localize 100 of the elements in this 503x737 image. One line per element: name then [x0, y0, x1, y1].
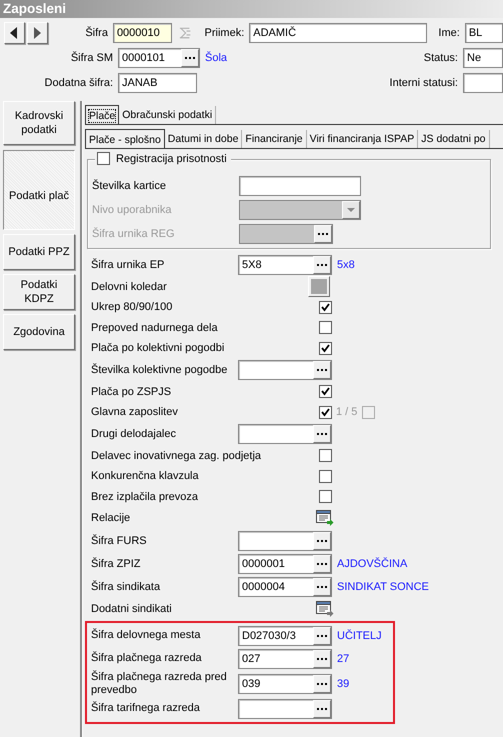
checkbox[interactable] [319, 470, 332, 483]
field-label: Plača po kolektivni pogodbi [91, 342, 226, 354]
tab[interactable]: Plače [85, 105, 120, 124]
field-label: Prepoved nadurnega dela [91, 322, 219, 334]
lookup-field[interactable]: 027 [238, 648, 332, 668]
field-label: Šifra plačnega razreda [91, 652, 203, 665]
lookup-button[interactable] [313, 532, 331, 550]
input-field[interactable]: 0000010 [112, 22, 172, 42]
lookup-field[interactable] [238, 698, 332, 718]
color-button[interactable] [308, 276, 330, 297]
next-button[interactable] [26, 22, 48, 44]
input-field[interactable] [463, 72, 503, 92]
field-label: Ime: [437, 26, 461, 38]
checkbox[interactable] [319, 321, 332, 334]
input-field[interactable] [239, 176, 361, 196]
ellipsis-icon [316, 262, 328, 266]
lookup-button[interactable] [313, 578, 331, 596]
ellipsis-icon [316, 538, 328, 542]
lookup-button[interactable] [313, 674, 331, 692]
counter-text: 1 / 5 [336, 406, 358, 418]
ellipsis-icon [316, 682, 328, 686]
checkbox[interactable] [319, 449, 332, 462]
input-field[interactable]: ADAMIČ [249, 22, 427, 42]
checkbox[interactable] [319, 300, 332, 314]
group-label: Registracija prisotnosti [116, 152, 227, 164]
checkbox[interactable] [319, 490, 332, 504]
lookup-button[interactable] [313, 554, 331, 572]
input-field[interactable]: Ne [463, 48, 503, 68]
description-text: 39 [337, 678, 350, 690]
description-text: SINDIKAT SONCE [337, 580, 429, 592]
lookup-field[interactable] [238, 530, 332, 550]
lookup-button[interactable] [313, 626, 331, 644]
input-field[interactable]: JANAB [118, 72, 197, 92]
tab[interactable]: Datumi in dobe [164, 130, 242, 148]
field-label: Šifra plačnega razreda pred prevedbo [91, 670, 228, 696]
field-label: Šifra SM [70, 52, 114, 64]
tab[interactable]: JS dodatni po [418, 130, 490, 148]
description-text: AJDOVŠČINA [337, 558, 408, 570]
sidebar-button[interactable]: Podatki plač [3, 150, 75, 230]
field-label: Šifra FURS [91, 534, 148, 546]
lookup-button[interactable] [313, 256, 331, 274]
tab[interactable]: Obračunski podatki [119, 106, 216, 124]
lookup-button[interactable] [313, 425, 331, 443]
lookup-field[interactable]: 5X8 [238, 254, 332, 274]
ellipsis-icon [316, 368, 328, 372]
sidebar-button[interactable]: Kadrovski podatki [3, 101, 75, 145]
tab[interactable]: Viri financiranja ISPAP [306, 130, 418, 148]
field-label: Delavec inovativnega zag. podjetja [91, 450, 262, 462]
field-label: Šifra urnika REG [92, 228, 176, 240]
lookup-field[interactable]: 0000004 [238, 576, 332, 596]
field-label: Šifra tarifnega razreda [91, 702, 201, 715]
field-label: Delovni koledar [91, 280, 168, 292]
field-label: Glavna zaposlitev [91, 406, 179, 418]
field-label: Šifra [84, 26, 109, 38]
lookup-field[interactable]: 0000001 [238, 554, 332, 574]
sidebar-button[interactable]: Podatki PPZ [3, 234, 75, 270]
right-arrow-icon [33, 26, 42, 38]
lookup-button[interactable] [313, 650, 331, 668]
lookup-field[interactable]: 0000101 [118, 48, 200, 68]
left-arrow-icon [10, 26, 18, 38]
field-label: Status: [422, 52, 459, 64]
field-label: Relacije [91, 512, 132, 524]
ellipsis-icon [316, 432, 328, 436]
field-label: Šifra urnika EP [91, 258, 166, 270]
checkbox[interactable] [97, 152, 110, 165]
field-label: Šifra delovnega mesta [91, 629, 202, 642]
input-field[interactable]: BL [464, 22, 503, 42]
tab[interactable]: Plače - splošno [85, 129, 165, 148]
field-label: Nivo uporabnika [92, 204, 172, 216]
checkbox[interactable] [319, 385, 332, 398]
checkbox[interactable] [319, 406, 332, 419]
field-label: Šifra sindikata [91, 580, 162, 592]
link[interactable]: Šola [205, 52, 228, 64]
ellipsis-icon [316, 656, 328, 660]
sidebar-button[interactable]: Zgodovina [3, 314, 75, 350]
field-label: Številka kartice [92, 180, 167, 192]
lookup-button[interactable] [313, 700, 331, 718]
lookup-field[interactable]: 039 [238, 674, 332, 694]
lookup-button[interactable] [181, 48, 199, 66]
checkbox[interactable] [362, 406, 376, 419]
sigma-icon [178, 26, 192, 40]
field-label: Konkurenčna klavzula [91, 470, 200, 482]
ellipsis-icon [317, 232, 329, 236]
lookup-field[interactable]: D027030/3 [238, 626, 332, 646]
checkbox[interactable] [319, 342, 332, 355]
previous-button[interactable] [4, 22, 25, 44]
field-label: Dodatni sindikati [91, 603, 173, 615]
lookup-button[interactable] [313, 361, 331, 379]
field-label: Ukrep 80/90/100 [91, 301, 174, 314]
description-text: UČITELJ [337, 630, 382, 642]
description-text: 5x8 [337, 258, 355, 270]
lookup-field[interactable] [238, 424, 332, 444]
field-label: Interni statusi: [388, 76, 459, 88]
sidebar-button[interactable]: Podatki KDPZ [3, 274, 75, 310]
ellipsis-icon [316, 584, 328, 588]
table-icon[interactable] [316, 601, 334, 617]
lookup-field[interactable] [238, 360, 332, 380]
ellipsis-icon [184, 56, 196, 60]
ellipsis-icon [316, 562, 328, 566]
tab[interactable]: Financiranje [242, 130, 307, 148]
